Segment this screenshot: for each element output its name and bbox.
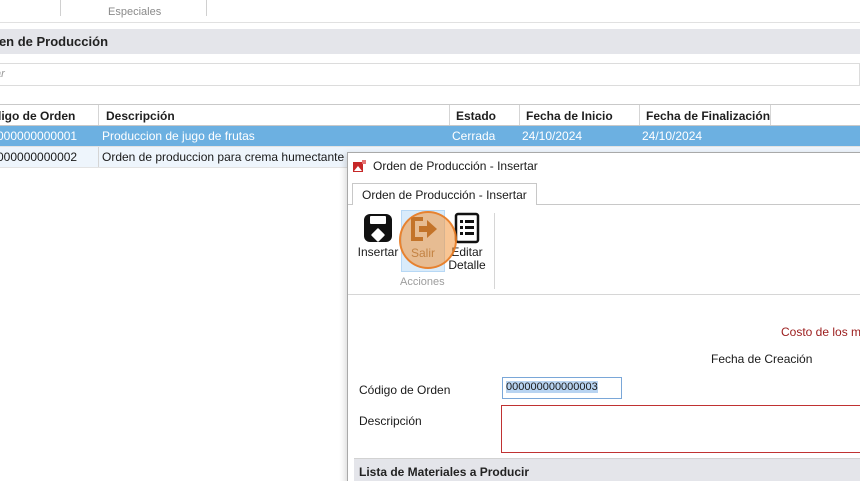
costo-label: Costo de los m [781,325,860,339]
search-placeholder: scar [0,68,5,80]
page-title: den de Producción [0,34,109,49]
page-header: den de Producción [0,29,860,54]
salir-button[interactable]: Salir [401,210,445,272]
column-header-estado[interactable]: Estado [456,109,496,123]
codigo-orden-field[interactable]: 000000000000003 [502,377,622,399]
ribbon-group-separator [494,213,495,289]
cell-descripcion: Produccion de jugo de frutas [102,129,255,143]
column-divider [639,105,640,125]
column-header-fecha-fin[interactable]: Fecha de Finalización [646,109,770,123]
ribbon-separator [60,0,61,16]
dialog-ribbon: Insertar Salir Editar Detalle Acciones [348,205,860,295]
descripcion-field[interactable] [501,405,860,453]
cell-fecha-inicio: 24/10/2024 [522,129,583,143]
editar-detalle-button[interactable]: Editar Detalle [445,210,489,272]
lista-materiales-header: Lista de Materiales a Producir [354,458,860,481]
column-header-descripcion[interactable]: Descripción [106,109,175,123]
insertar-button[interactable]: Insertar [356,210,400,272]
search-input[interactable]: scar [0,63,860,86]
ribbon-group-label: Especiales [108,6,162,18]
column-divider [98,147,99,167]
tab-insertar[interactable]: Orden de Producción - Insertar [352,183,537,206]
app-icon [353,160,366,172]
dialog-titlebar[interactable]: Orden de Producción - Insertar [348,153,860,178]
app-window: Especiales den de Producción scar digo d… [0,0,860,481]
dialog-title: Orden de Producción - Insertar [373,159,538,173]
column-header-fecha-inicio[interactable]: Fecha de Inicio [526,109,613,123]
descripcion-label: Descripción [359,414,422,428]
exit-icon [411,217,437,241]
column-divider [449,105,450,125]
grid-header: digo de Orden Descripción Estado Fecha d… [0,104,860,126]
editar-label-line2: Detalle [448,258,486,272]
ribbon-separator [206,0,207,16]
top-ribbon-strip: Especiales [0,0,860,23]
fecha-creacion-label: Fecha de Creación [711,352,813,366]
table-row[interactable]: 000000000001 Produccion de jugo de fruta… [0,126,860,147]
dialog-tab-strip: Orden de Producción - Insertar [348,181,860,206]
insertar-label: Insertar [357,245,399,259]
column-divider [519,105,520,125]
salir-label: Salir [410,246,435,260]
cell-descripcion: Orden de produccion para crema humectant… [102,150,345,164]
lista-materiales-title: Lista de Materiales a Producir [359,465,530,479]
column-divider [98,105,99,125]
cell-codigo: 000000000002 [0,150,78,164]
column-divider [770,105,771,125]
codigo-orden-label: Código de Orden [359,383,451,397]
codigo-orden-value: 000000000000003 [506,381,598,393]
cell-codigo: 000000000001 [0,129,78,143]
column-header-codigo[interactable]: digo de Orden [0,109,75,123]
save-icon [364,214,392,242]
ribbon-group-acciones: Acciones [400,276,445,288]
cell-estado: Cerrada [452,129,496,143]
list-detail-icon [454,212,480,244]
cell-fecha-fin: 24/10/2024 [642,129,703,143]
